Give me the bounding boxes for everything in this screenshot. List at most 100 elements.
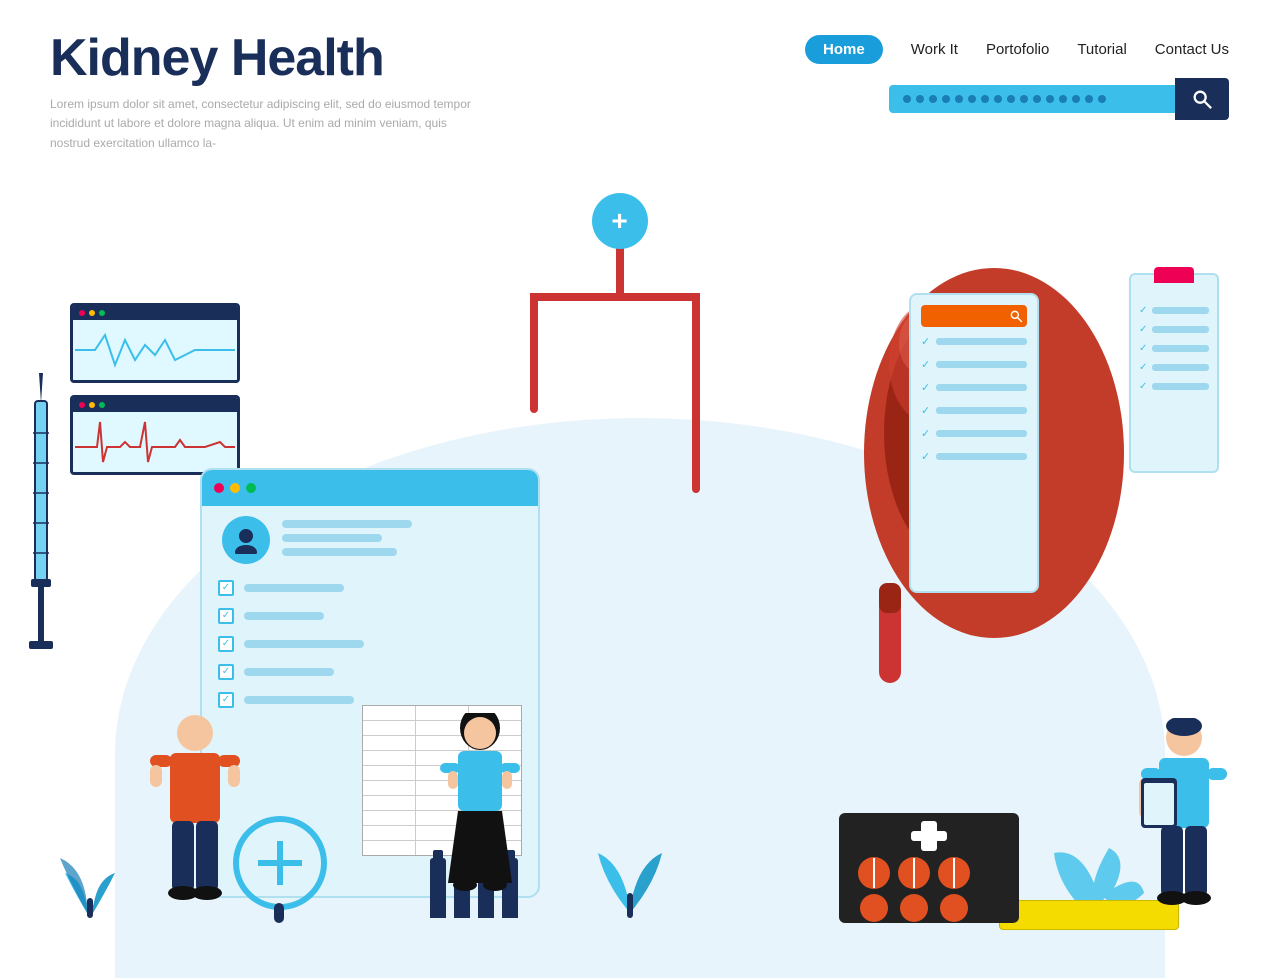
monitor-screen-ekg	[73, 412, 237, 472]
right-check-line	[936, 430, 1027, 437]
monitor-ekg-bar	[73, 398, 237, 412]
pills-box	[839, 783, 1019, 923]
search-dots	[903, 95, 1161, 103]
table-cell	[363, 736, 416, 750]
wave-chart	[73, 320, 237, 380]
header-left: Kidney Health Lorem ipsum dolor sit amet…	[50, 30, 480, 153]
right-check-icon: ✓	[921, 335, 930, 348]
table-cell	[363, 721, 416, 735]
syringe	[25, 373, 57, 653]
check-row: ✓	[218, 692, 364, 708]
person-center	[440, 713, 520, 918]
plant-center	[590, 833, 670, 928]
panel-checklist: ✓ ✓ ✓ ✓ ✓	[218, 580, 364, 708]
person-right	[1139, 718, 1229, 923]
stethoscope-plus-icon: +	[611, 207, 627, 235]
right-check-row: ✓	[921, 335, 1027, 348]
person-right-svg	[1139, 718, 1229, 918]
main-illustration: ✓ ✓ ✓ ✓ ✓	[0, 173, 1279, 978]
search-dot	[903, 95, 911, 103]
clip-row: ✓	[1139, 381, 1209, 392]
right-check-icon: ✓	[921, 404, 930, 417]
search-bar	[889, 78, 1229, 120]
nav-work-it[interactable]: Work It	[911, 41, 958, 58]
nav-portfolio[interactable]: Portofolio	[986, 41, 1049, 58]
right-check-row: ✓	[921, 381, 1027, 394]
clip-check-icon: ✓	[1139, 362, 1147, 373]
table-cell	[363, 811, 416, 825]
table-cell	[363, 706, 416, 720]
ekg-chart	[73, 412, 237, 472]
panel-line	[282, 534, 382, 542]
avatar-icon	[232, 526, 260, 554]
nav-tutorial[interactable]: Tutorial	[1077, 41, 1126, 58]
check-line	[244, 612, 324, 620]
table-cell	[363, 796, 416, 810]
check-box: ✓	[218, 636, 234, 652]
monitor-ekg-dot-green	[99, 402, 105, 408]
clip-row: ✓	[1139, 324, 1209, 335]
person-left-svg	[150, 713, 240, 913]
plant-left	[55, 843, 125, 928]
search-dot	[955, 95, 963, 103]
right-check-row: ✓	[921, 427, 1027, 440]
right-panel-search-bar	[921, 305, 1027, 327]
magnifier	[230, 813, 330, 928]
plant-center-svg	[590, 833, 670, 923]
check-box: ✓	[218, 692, 234, 708]
right-check-line	[936, 407, 1027, 414]
right-check-icon: ✓	[921, 358, 930, 371]
search-dot	[1072, 95, 1080, 103]
search-button[interactable]	[1175, 78, 1229, 120]
panel-line	[282, 548, 397, 556]
clip-line	[1152, 326, 1209, 333]
search-input-wrap	[889, 85, 1175, 113]
right-check-row: ✓	[921, 404, 1027, 417]
search-dot	[1085, 95, 1093, 103]
monitor-top-bar	[73, 306, 237, 320]
search-dot	[942, 95, 950, 103]
site-title: Kidney Health	[50, 30, 480, 87]
search-dot	[981, 95, 989, 103]
check-row: ✓	[218, 580, 364, 596]
right-check-line	[936, 361, 1027, 368]
clip-row: ✓	[1139, 362, 1209, 373]
check-line	[244, 584, 344, 592]
panel-info-lines	[282, 520, 412, 556]
stethoscope-tube-left	[530, 293, 538, 413]
clipboard-checklist: ✓ ✓ ✓ ✓ ✓	[1131, 291, 1217, 406]
clip-line	[1152, 345, 1209, 352]
header: Kidney Health Lorem ipsum dolor sit amet…	[0, 0, 1279, 173]
clip-line	[1152, 364, 1209, 371]
search-dot	[1033, 95, 1041, 103]
magnifier-svg	[230, 813, 330, 923]
check-row: ✓	[218, 636, 364, 652]
panel-dot-green	[246, 483, 256, 493]
search-dot	[1098, 95, 1106, 103]
pills-svg	[839, 783, 1019, 923]
search-dot	[994, 95, 1002, 103]
search-dot	[968, 95, 976, 103]
clip-check-icon: ✓	[1139, 343, 1147, 354]
panel-header	[202, 470, 538, 506]
monitor-wave	[70, 303, 240, 383]
right-check-line	[936, 338, 1027, 345]
nav: Home Work It Portofolio Tutorial Contact…	[805, 35, 1229, 64]
search-dot	[916, 95, 924, 103]
right-check-rows: ✓ ✓ ✓ ✓ ✓ ✓	[921, 335, 1027, 463]
panel-avatar	[222, 516, 270, 564]
clip-check-icon: ✓	[1139, 305, 1147, 316]
panel-dot-red	[214, 483, 224, 493]
nav-contact-us[interactable]: Contact Us	[1155, 41, 1229, 58]
check-row: ✓	[218, 608, 364, 624]
table-cell	[363, 766, 416, 780]
table-cell	[363, 841, 416, 855]
monitor-dot-yellow	[89, 310, 95, 316]
right-checklist-panel: ✓ ✓ ✓ ✓ ✓ ✓	[909, 293, 1039, 593]
search-dot	[929, 95, 937, 103]
clip-check-icon: ✓	[1139, 381, 1147, 392]
monitor-ekg-dot-yellow	[89, 402, 95, 408]
nav-home[interactable]: Home	[805, 35, 883, 64]
person-left	[150, 713, 240, 918]
search-dot	[1007, 95, 1015, 103]
